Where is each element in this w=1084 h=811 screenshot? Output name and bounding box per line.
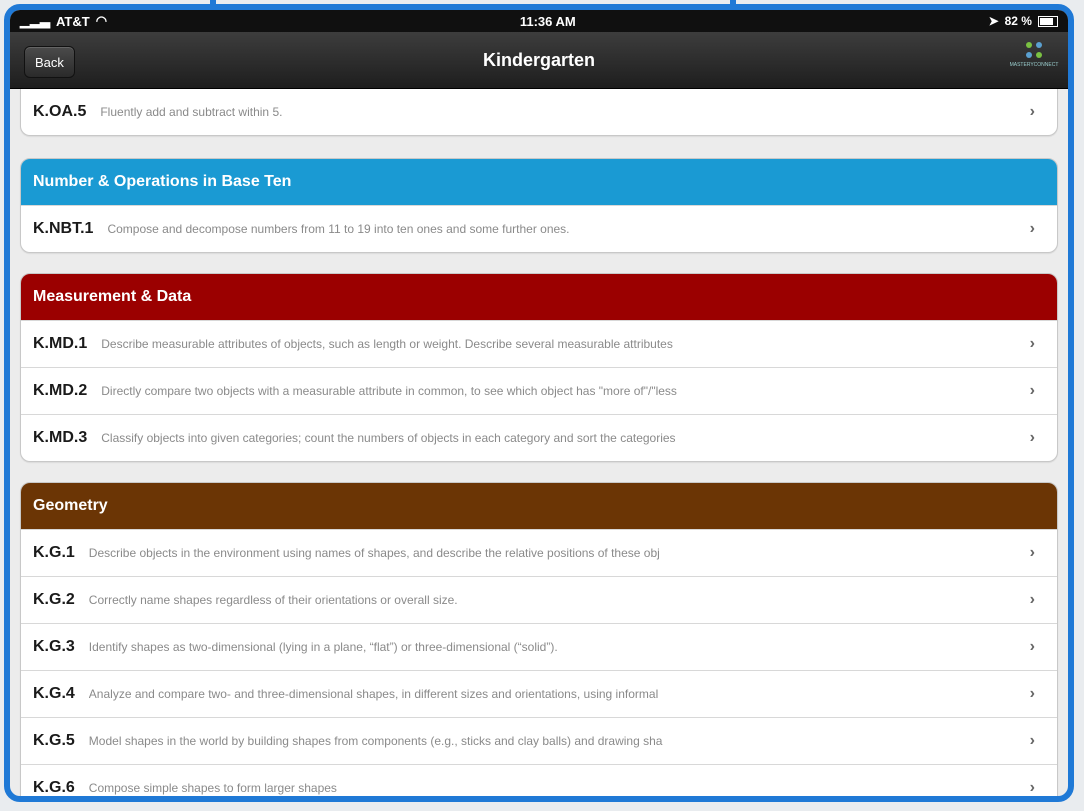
app-logo: MASTERYCONNECT bbox=[1004, 40, 1064, 68]
back-button[interactable]: Back bbox=[24, 46, 75, 78]
standard-row[interactable]: K.OA.5 Fluently add and subtract within … bbox=[21, 89, 1057, 135]
ipad-screen: ▁▂▃ AT&T ◠ 11:36 AM ➤ 82 % Back Kinderga… bbox=[4, 4, 1074, 802]
standard-row[interactable]: K.G.6 Compose simple shapes to form large… bbox=[21, 764, 1057, 796]
standard-description: Directly compare two objects with a meas… bbox=[101, 384, 677, 398]
chevron-right-icon: › bbox=[1029, 429, 1035, 446]
standard-code: K.G.2 bbox=[33, 591, 75, 608]
standard-row[interactable]: K.G.5 Model shapes in the world by buildi… bbox=[21, 717, 1057, 764]
chevron-right-icon: › bbox=[1029, 591, 1035, 608]
section-card: Number & Operations in Base Ten K.NBT.1 Co… bbox=[20, 158, 1058, 253]
carrier-label: AT&T bbox=[56, 13, 90, 29]
masteryconnect-logo-icon bbox=[1026, 42, 1042, 58]
standard-row[interactable]: K.G.2 Correctly name shapes regardless of… bbox=[21, 576, 1057, 623]
standard-description: Fluently add and subtract within 5. bbox=[100, 105, 283, 119]
standard-description: Model shapes in the world by building sh… bbox=[88, 734, 663, 748]
page-title: Kindergarten bbox=[482, 49, 596, 70]
location-icon: ➤ bbox=[988, 14, 999, 28]
chevron-right-icon: › bbox=[1029, 103, 1035, 120]
section-card: Geometry K.G.1 Describe objects in the env… bbox=[20, 482, 1058, 796]
logo-text: MASTERYCONNECT bbox=[1009, 62, 1059, 68]
chevron-right-icon: › bbox=[1029, 220, 1035, 237]
standard-description: Correctly name shapes regardless of thei… bbox=[88, 593, 458, 607]
status-bar: ▁▂▃ AT&T ◠ 11:36 AM ➤ 82 % bbox=[10, 10, 1068, 32]
section-header: Measurement & Data bbox=[21, 274, 1057, 320]
standard-description: Identify shapes as two-dimensional (lyin… bbox=[88, 640, 558, 654]
standard-description: Analyze and compare two- and three-dimen… bbox=[88, 687, 659, 701]
standard-row[interactable]: K.MD.2 Directly compare two objects with … bbox=[21, 367, 1057, 414]
standard-code: K.MD.3 bbox=[33, 429, 88, 446]
standard-row[interactable]: K.G.3 Identify shapes as two-dimensional … bbox=[21, 623, 1057, 670]
standard-row[interactable]: K.NBT.1 Compose and decompose numbers fro… bbox=[21, 205, 1057, 252]
standard-description: Describe measurable attributes of object… bbox=[101, 337, 673, 351]
battery-percent: 82 % bbox=[1004, 14, 1032, 28]
signal-icon: ▁▂▃ bbox=[20, 13, 50, 28]
clock: 11:36 AM bbox=[519, 13, 576, 29]
standards-list: K.OA.5 Fluently add and subtract within … bbox=[10, 89, 1068, 796]
standard-description: Classify objects into given categories; … bbox=[101, 431, 676, 445]
section-card: Measurement & Data K.MD.1 Describe measura… bbox=[20, 273, 1058, 462]
standard-description: Compose and decompose numbers from 11 to… bbox=[107, 222, 570, 236]
battery-icon bbox=[1037, 15, 1058, 27]
chevron-right-icon: › bbox=[1029, 779, 1035, 796]
section-header: Number & Operations in Base Ten bbox=[21, 159, 1057, 205]
standard-code: K.MD.2 bbox=[33, 382, 88, 399]
standard-code: K.G.5 bbox=[33, 732, 75, 749]
chevron-right-icon: › bbox=[1029, 638, 1035, 655]
standard-code: K.MD.1 bbox=[33, 335, 88, 352]
standard-description: Describe objects in the environment usin… bbox=[88, 546, 660, 560]
standard-code: K.G.6 bbox=[33, 779, 75, 796]
navigation-bar: Back Kindergarten MASTERYCONNECT bbox=[10, 32, 1068, 89]
standard-code: K.G.3 bbox=[33, 638, 75, 655]
standard-code: K.OA.5 bbox=[33, 103, 87, 120]
section-header: Geometry bbox=[21, 483, 1057, 529]
partial-section-card: K.OA.5 Fluently add and subtract within … bbox=[20, 89, 1058, 136]
standard-code: K.NBT.1 bbox=[33, 220, 94, 237]
standard-code: K.G.1 bbox=[33, 544, 75, 561]
chevron-right-icon: › bbox=[1029, 335, 1035, 352]
chevron-right-icon: › bbox=[1029, 382, 1035, 399]
standard-description: Compose simple shapes to form larger sha… bbox=[88, 781, 337, 795]
chevron-right-icon: › bbox=[1029, 544, 1035, 561]
chevron-right-icon: › bbox=[1029, 685, 1035, 702]
standard-row[interactable]: K.G.4 Analyze and compare two- and three-… bbox=[21, 670, 1057, 717]
wifi-icon: ◠ bbox=[95, 13, 108, 28]
standard-code: K.G.4 bbox=[33, 685, 75, 702]
chevron-right-icon: › bbox=[1029, 732, 1035, 749]
standard-row[interactable]: K.G.1 Describe objects in the environment… bbox=[21, 529, 1057, 576]
standard-row[interactable]: K.MD.3 Classify objects into given catego… bbox=[21, 414, 1057, 461]
standard-row[interactable]: K.MD.1 Describe measurable attributes of … bbox=[21, 320, 1057, 367]
